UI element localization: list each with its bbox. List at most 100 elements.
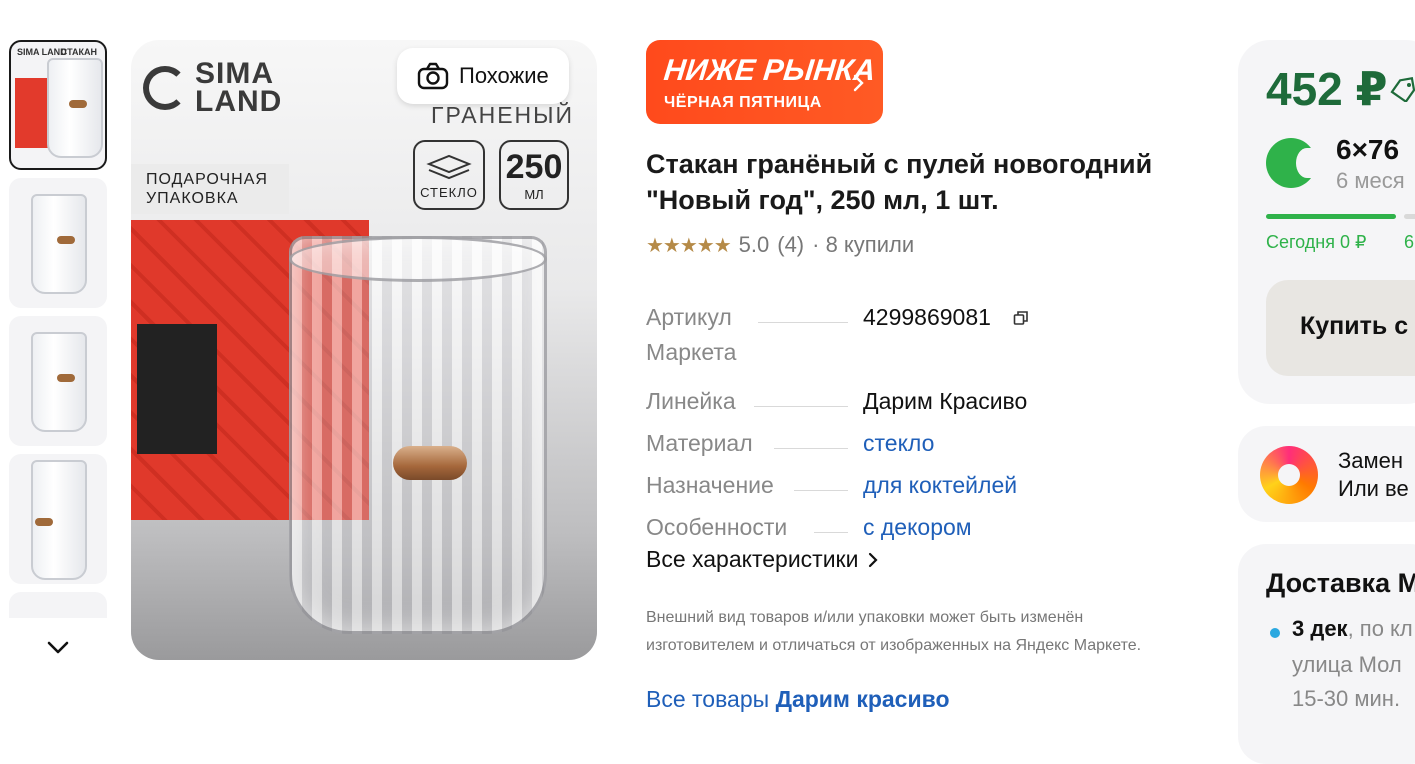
spec-key: Линейка — [646, 388, 736, 414]
thumbnail-bullet-shape — [35, 518, 53, 526]
spec-key: Материал — [646, 430, 753, 456]
delivery-time: 15-30 мин. — [1292, 686, 1401, 711]
volume-unit: МЛ — [524, 187, 544, 202]
glass-material-text: СТЕКЛО — [420, 185, 478, 200]
camera-icon — [417, 62, 449, 90]
plus-logo-icon — [1260, 446, 1318, 504]
thumbnail-1[interactable]: SIMA LAND СТАКАН — [9, 40, 107, 170]
bullet-shape — [393, 446, 467, 480]
delivery-card: Доставка М 3 дек, по кл улица Мол 15-30 … — [1238, 544, 1415, 764]
thumbnail-bullet-shape — [57, 236, 75, 244]
spec-key-line2: Маркета — [646, 339, 737, 365]
chevron-right-icon — [869, 552, 879, 567]
thumbnail-glass-shape — [31, 194, 87, 294]
rating-stars-icon: ★★★★★ — [646, 234, 732, 257]
spec-key-line1: Артикул — [646, 304, 732, 330]
spec-dots — [758, 322, 848, 323]
spec-row-material: Материал стекло — [646, 422, 1186, 464]
buy-button[interactable]: Купить с — [1266, 280, 1415, 376]
thumbnail-2[interactable] — [9, 178, 107, 308]
all-brand-goods-link[interactable]: Все товары Дарим красиво — [646, 686, 950, 713]
product-title: Стакан гранёный с пулей новогодний "Новы… — [646, 149, 1153, 215]
delivery-title: Доставка М — [1266, 568, 1415, 598]
spec-dots — [794, 490, 848, 491]
spec-key: Назначение — [646, 472, 774, 498]
thumbnail-5[interactable] — [9, 592, 107, 618]
gift-box-window — [137, 324, 217, 454]
appearance-disclaimer: Внешний вид товаров и/или упаковки может… — [646, 609, 1142, 654]
copy-icon[interactable] — [1013, 301, 1029, 336]
all-specs-label: Все характеристики — [646, 546, 859, 572]
replace-line2: Или ве — [1338, 476, 1409, 501]
layers-icon — [426, 154, 472, 180]
glass-material-badge: СТЕКЛО — [413, 140, 485, 210]
thumbnail-brand-text: SIMA LAND — [17, 47, 67, 57]
delivery-address: улица Мол — [1292, 652, 1402, 677]
rating-value: 5.0 — [738, 232, 770, 257]
spec-key: Особенности — [646, 514, 788, 540]
specs-list: Артикул Маркета 4299869081 Линейка Дарим… — [646, 296, 1186, 548]
rating-count: (4) — [777, 232, 805, 257]
spec-dots — [774, 448, 848, 449]
delivery-date-row[interactable]: 3 дек, по кл — [1292, 616, 1413, 642]
next-payment: 6 — [1404, 232, 1415, 252]
chevron-down-icon[interactable] — [44, 634, 72, 662]
thumbnail-glass-shape — [31, 332, 87, 432]
brand-logo-text: SIMA LAND — [195, 57, 283, 118]
brand-logo: SIMA LAND — [143, 57, 291, 118]
chevron-right-icon — [853, 68, 865, 99]
brand-mark-icon — [143, 66, 187, 110]
faceted-label: ГРАНЕНЫЙ — [431, 102, 575, 128]
spec-key: Артикул Маркета — [646, 300, 736, 370]
gift-packaging-label: ПОДАРОЧНАЯ УПАКОВКА — [131, 164, 289, 214]
discount-tag-icon[interactable] — [1388, 76, 1415, 102]
split-payment-amount[interactable]: 6×76 — [1336, 134, 1399, 166]
promo-title: НИЖЕ РЫНКА — [662, 54, 877, 87]
spec-dots — [754, 406, 848, 407]
price: 452 ₽ — [1266, 63, 1388, 115]
split-payment-icon — [1266, 138, 1318, 188]
main-product-image[interactable]: SIMA LAND ПОДАРОЧНАЯ УПАКОВКА ГРАНЕНЫЙ С… — [131, 40, 597, 660]
split-payment-term: 6 меся — [1336, 168, 1405, 193]
spec-row-purpose: Назначение для коктейлей — [646, 464, 1186, 506]
all-goods-brand: Дарим красиво — [775, 686, 950, 712]
delivery-date: 3 дек — [1292, 616, 1348, 641]
thumbnail-4[interactable] — [9, 454, 107, 584]
glass-shape — [289, 236, 547, 634]
delivery-date-suffix: , по кл — [1347, 616, 1413, 641]
promo-banner[interactable]: НИЖЕ РЫНКА ЧЁРНАЯ ПЯТНИЦА — [646, 40, 883, 124]
spec-row-article: Артикул Маркета 4299869081 — [646, 296, 1186, 380]
thumbnail-bullet-shape — [69, 100, 87, 108]
spec-row-line: Линейка Дарим Красиво — [646, 380, 1186, 422]
spec-row-features: Особенности с декором — [646, 506, 1186, 548]
similar-button[interactable]: Похожие — [397, 48, 569, 104]
all-specs-link[interactable]: Все характеристики — [646, 546, 879, 573]
spec-dots — [814, 532, 848, 533]
article-number: 4299869081 — [863, 304, 991, 330]
all-goods-prefix: Все товары — [646, 686, 770, 712]
spec-value: Дарим Красиво — [863, 388, 1028, 414]
thumbnail-word-text: СТАКАН — [60, 47, 97, 57]
volume-number: 250 — [505, 148, 563, 186]
bought-count: · 8 купили — [812, 232, 915, 257]
glass-rim — [289, 236, 547, 282]
today-payment: Сегодня 0 ₽ — [1266, 232, 1367, 252]
promo-subtitle: ЧЁРНАЯ ПЯТНИЦА — [664, 94, 822, 111]
spec-value-link[interactable]: с декором — [863, 510, 972, 545]
replace-line1: Замен — [1338, 448, 1404, 473]
split-progress-active — [1266, 214, 1396, 219]
thumbnail-3[interactable] — [9, 316, 107, 446]
price-card: 452 ₽ 6×76 6 меся Сегодня 0 ₽ 6 Купить с — [1238, 40, 1415, 404]
thumbnail-bullet-shape — [57, 374, 75, 382]
spec-value-link[interactable]: для коктейлей — [863, 468, 1017, 503]
rating-row[interactable]: ★★★★★ 5.0 (4) · 8 купили — [646, 232, 914, 258]
spec-value-link[interactable]: стекло — [863, 426, 934, 461]
volume-badge: 250 МЛ — [499, 140, 569, 210]
replace-card[interactable]: Замен Или ве — [1238, 426, 1415, 522]
buy-button-label: Купить с — [1300, 312, 1409, 340]
thumbnail-glass-shape — [47, 58, 103, 158]
delivery-dot-icon — [1270, 628, 1280, 638]
similar-button-label: Похожие — [459, 63, 549, 88]
split-progress-rest — [1404, 214, 1415, 219]
spec-value: 4299869081 — [863, 300, 1029, 336]
